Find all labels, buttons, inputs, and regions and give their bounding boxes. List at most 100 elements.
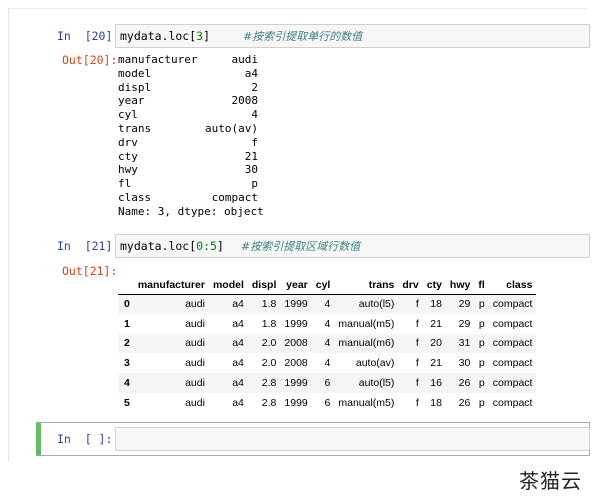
code-line-21: mydata.loc[0:5] bbox=[120, 239, 224, 253]
table-cell: a4 bbox=[208, 294, 248, 314]
table-cell: p bbox=[474, 373, 489, 393]
table-cell: 26 bbox=[458, 396, 471, 409]
series-value: auto(av) bbox=[205, 121, 258, 135]
code-text: ] bbox=[216, 239, 224, 253]
table-cell: 26 bbox=[445, 373, 475, 393]
series-value: 30 bbox=[244, 163, 258, 177]
series-row: displ 2 bbox=[118, 81, 258, 95]
code-input-empty[interactable] bbox=[115, 427, 590, 451]
table-row: 2 audi a4 2.0 2008 4 manual(m6) f 20 31 p compact bbox=[118, 333, 537, 354]
table-cell: a4 bbox=[208, 373, 248, 393]
table-cell: a4 bbox=[232, 396, 244, 409]
series-value: audi bbox=[231, 53, 259, 66]
series-key: displ bbox=[118, 80, 152, 94]
series-key: trans bbox=[118, 121, 152, 135]
column-header: manufacturer bbox=[133, 276, 209, 295]
table-cell: a4 bbox=[232, 357, 244, 370]
series-value: 21 bbox=[244, 149, 258, 163]
column-header: cty bbox=[422, 276, 446, 295]
series-row: hwy 30 bbox=[118, 163, 258, 177]
table-cell: 1999 bbox=[284, 396, 308, 409]
table-cell: f bbox=[415, 317, 419, 330]
code-input-21[interactable]: mydata.loc[0:5] #按索引提取区域行数值 bbox=[115, 234, 590, 258]
table-row: 3 audi a4 2.0 2008 4 auto(av) f 21 30 p compact bbox=[118, 353, 536, 373]
table-cell: manual(m5) bbox=[338, 317, 395, 330]
table-cell: 2008 bbox=[280, 333, 312, 354]
table-cell: 21 bbox=[430, 317, 442, 330]
output-prompt-21: Out[21]: bbox=[62, 264, 118, 278]
row-index: 3 bbox=[124, 357, 130, 370]
code-text: ] bbox=[203, 29, 211, 43]
series-value: a4 bbox=[244, 66, 258, 80]
table-cell: 4 bbox=[311, 333, 335, 354]
series-row: manufacturer audi bbox=[118, 53, 258, 67]
table-cell: 30 bbox=[458, 357, 471, 370]
table-cell: 16 bbox=[422, 373, 446, 393]
series-key: model bbox=[118, 66, 152, 80]
series-key: cty bbox=[118, 149, 138, 163]
table-cell: p bbox=[478, 357, 485, 370]
table-cell: p bbox=[474, 333, 489, 354]
table-cell: 4 bbox=[324, 317, 331, 330]
table-cell: auto(l5) bbox=[334, 294, 399, 314]
series-value: p bbox=[251, 177, 258, 191]
column-header bbox=[118, 276, 134, 295]
column-header: drv bbox=[398, 276, 423, 295]
series-value: 2008 bbox=[231, 94, 259, 108]
column-header: hwy bbox=[445, 276, 475, 295]
table-cell: f bbox=[398, 294, 423, 314]
table-cell: 1999 bbox=[280, 294, 312, 314]
code-comment-20: #按索引提取单行的数值 bbox=[243, 30, 363, 43]
series-value: f bbox=[251, 135, 258, 149]
output-prompt-20: Out[20]: bbox=[62, 53, 118, 67]
table-cell: compact bbox=[492, 357, 533, 370]
table-cell: 2008 bbox=[284, 357, 308, 370]
table-cell: auto(l5) bbox=[334, 373, 399, 393]
input-prompt-empty: In [ ]: bbox=[57, 432, 113, 446]
code-input-20[interactable]: mydata.loc[3] #按索引提取单行的数值 bbox=[115, 24, 590, 48]
table-cell: 29 bbox=[445, 294, 475, 314]
table-cell: 18 bbox=[430, 396, 442, 409]
table-cell: compact bbox=[488, 294, 537, 314]
series-row: drv f bbox=[118, 136, 258, 150]
series-row: trans auto(av) bbox=[118, 122, 258, 136]
table-cell: 29 bbox=[458, 317, 471, 330]
input-prompt-20: In [20]: bbox=[57, 29, 120, 43]
table-cell: 31 bbox=[445, 333, 475, 354]
table-cell: compact bbox=[488, 373, 537, 393]
table-cell: 20 bbox=[422, 333, 446, 354]
series-row: cty 21 bbox=[118, 150, 258, 164]
series-row: year 2008 bbox=[118, 94, 258, 108]
table-cell: 1.8 bbox=[261, 317, 277, 330]
series-key: hwy bbox=[118, 163, 138, 177]
series-value: compact bbox=[211, 190, 258, 204]
input-prompt-21: In [21]: bbox=[57, 239, 120, 253]
table-body: 0 audi a4 1.8 1999 4 auto(l5) f 18 29 p compact 1 aud… bbox=[118, 294, 537, 413]
series-value: 2 bbox=[251, 80, 258, 94]
row-index: 1 bbox=[124, 317, 130, 330]
series-row: fl p bbox=[118, 177, 258, 191]
table-cell: 2.8 bbox=[247, 373, 281, 393]
table-cell: p bbox=[474, 294, 489, 314]
table-cell: manual(m5) bbox=[338, 396, 395, 409]
table-cell: audi bbox=[133, 373, 209, 393]
table-cell: compact bbox=[492, 317, 533, 330]
table-row: 5 audi a4 2.8 1999 6 manual(m5) f 18 26 p compact bbox=[118, 393, 536, 413]
table-cell: compact bbox=[488, 333, 537, 354]
series-key: fl bbox=[118, 177, 132, 191]
dataframe-table: manufacturer model displ year cyl trans drv cty… bbox=[118, 276, 537, 413]
table-cell: f bbox=[415, 357, 419, 370]
row-index: 5 bbox=[124, 396, 130, 409]
table-cell: f bbox=[398, 373, 423, 393]
series-row: class compact bbox=[118, 191, 258, 205]
row-index: 2 bbox=[118, 333, 134, 354]
column-header: class bbox=[488, 276, 537, 295]
table-cell: audi bbox=[185, 396, 205, 409]
table-cell: 4 bbox=[311, 294, 335, 314]
column-header: trans bbox=[334, 276, 399, 295]
table-cell: 6 bbox=[324, 396, 331, 409]
column-header: displ bbox=[247, 276, 281, 295]
series-key: drv bbox=[118, 135, 138, 149]
table-cell: 2.0 bbox=[247, 333, 281, 354]
series-key: class bbox=[118, 190, 152, 204]
